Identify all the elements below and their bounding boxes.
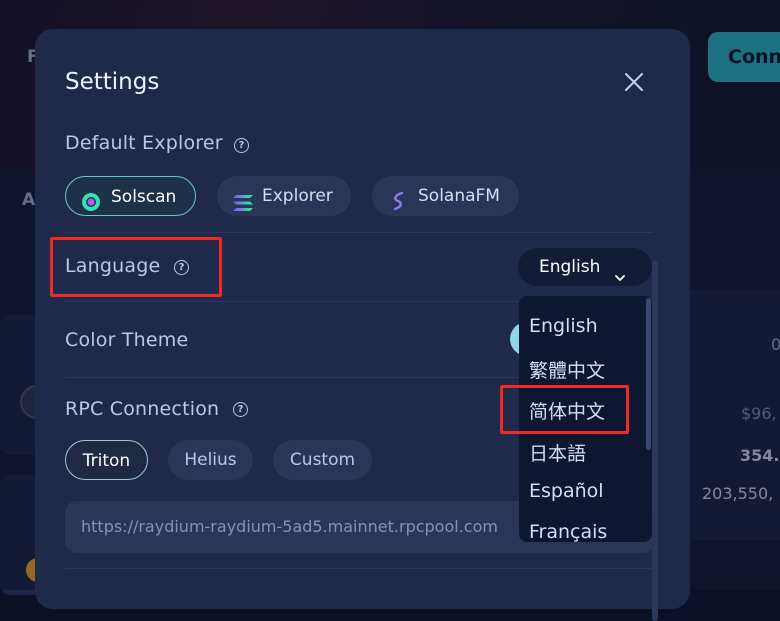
chevron-down-icon [614,260,626,298]
solscan-icon [81,187,101,227]
language-selected-value: English [539,257,601,277]
explorer-option-label: SolanaFM [418,186,500,206]
rpc-connection-label: RPC Connection [65,398,220,420]
language-option-spanish[interactable]: Español [529,480,604,502]
explorer-option-solanafm[interactable]: SolanaFM [372,176,519,216]
language-option-french[interactable]: Français [529,521,607,542]
rpc-option-helius[interactable]: Helius [168,440,253,480]
close-icon[interactable] [619,67,649,97]
explorer-option-explorer[interactable]: Explorer [217,176,351,216]
help-icon[interactable]: ? [233,402,248,417]
rpc-option-triton[interactable]: Triton [65,440,148,480]
explorer-option-label: Explorer [262,186,333,206]
language-option-japanese[interactable]: 日本語 [529,439,586,466]
divider [65,568,653,569]
language-option-english[interactable]: English [529,315,598,337]
language-select[interactable]: English [518,248,652,286]
simplified-chinese-highlight-box [500,385,629,434]
modal-scrollbar[interactable] [652,261,658,621]
explorer-option-solscan[interactable]: Solscan [65,176,196,216]
help-icon[interactable]: ? [234,138,249,153]
language-highlight-box [50,237,222,297]
default-explorer-label: Default Explorer [65,132,223,154]
divider [65,232,653,233]
language-option-traditional-chinese[interactable]: 繁體中文 [529,356,605,383]
color-theme-label: Color Theme [65,329,189,351]
explorer-option-label: Solscan [111,187,177,207]
solanafm-icon [389,186,409,226]
modal-title: Settings [65,69,160,95]
solana-explorer-icon [232,187,254,227]
dropdown-scrollbar[interactable] [646,298,651,450]
rpc-option-custom[interactable]: Custom [273,440,372,480]
